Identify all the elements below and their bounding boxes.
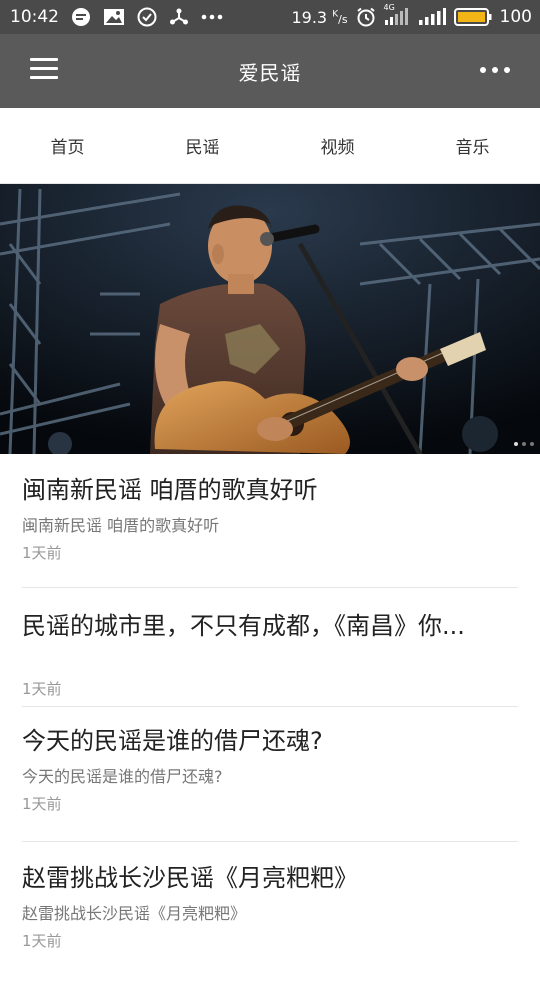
- banner-carousel[interactable]: [0, 184, 540, 454]
- article-list: 闽南新民谣 咱厝的歌真好听 闽南新民谣 咱厝的歌真好听 1天前 民谣的城市里，不…: [0, 454, 540, 982]
- network-type-label: 4G: [383, 3, 395, 12]
- tab-folk[interactable]: 民谣: [135, 108, 270, 183]
- network-speed-value: 19.3: [291, 7, 328, 27]
- network-speed-unit-bottom: /s: [338, 12, 348, 26]
- article-summary: [22, 651, 518, 673]
- network-speed: 19.3 K/s: [291, 8, 347, 27]
- battery-percentage: 100: [499, 7, 532, 27]
- list-item[interactable]: 今天的民谣是谁的借尸还魂? 今天的民谣是谁的借尸还魂? 1天前: [22, 707, 518, 842]
- status-bar: 10:42 19.3 K/s 4G 100: [0, 0, 540, 34]
- article-title: 赵雷挑战长沙民谣《月亮粑粑》: [22, 864, 358, 892]
- list-item[interactable]: 闽南新民谣 咱厝的歌真好听 闽南新民谣 咱厝的歌真好听 1天前: [22, 454, 518, 588]
- article-title: 今天的民谣是谁的借尸还魂?: [22, 727, 323, 755]
- list-item[interactable]: 赵雷挑战长沙民谣《月亮粑粑》 赵雷挑战长沙民谣《月亮粑粑》 1天前: [22, 842, 518, 982]
- article-date: 1天前: [22, 544, 62, 562]
- image-icon: [103, 8, 125, 26]
- more-icon[interactable]: [480, 58, 510, 82]
- banner-image: [0, 184, 540, 454]
- article-date: 1天前: [22, 680, 62, 698]
- share-icon: [169, 7, 189, 27]
- tab-music[interactable]: 音乐: [405, 108, 540, 183]
- signal-4g-icon: 4G: [384, 3, 410, 26]
- article-summary: 闽南新民谣 咱厝的歌真好听: [22, 516, 220, 535]
- battery-icon: [453, 7, 492, 27]
- article-date: 1天前: [22, 932, 62, 950]
- list-item[interactable]: 民谣的城市里，不只有成都，《南昌》你... 1天前: [22, 588, 518, 707]
- clock: 10:42: [10, 7, 59, 27]
- carousel-dot[interactable]: [522, 442, 526, 446]
- message-icon: [71, 7, 91, 27]
- menu-icon[interactable]: [30, 58, 58, 80]
- app-title: 爱民谣: [238, 60, 302, 85]
- more-notifications-icon: [201, 14, 223, 20]
- carousel-indicator: [514, 442, 534, 446]
- app-bar: 爱民谣: [0, 34, 540, 108]
- signal-icon: [418, 8, 446, 26]
- article-title: 民谣的城市里，不只有成都，《南昌》你...: [22, 612, 465, 640]
- category-tabs: 首页 民谣 视频 音乐: [0, 108, 540, 184]
- article-summary: 今天的民谣是谁的借尸还魂?: [22, 767, 223, 786]
- tab-video[interactable]: 视频: [270, 108, 405, 183]
- article-title: 闽南新民谣 咱厝的歌真好听: [22, 476, 318, 504]
- carousel-dot[interactable]: [514, 442, 518, 446]
- alarm-icon: [356, 7, 376, 27]
- carousel-dot[interactable]: [530, 442, 534, 446]
- check-circle-icon: [137, 7, 157, 27]
- tab-home[interactable]: 首页: [0, 108, 135, 183]
- article-summary: 赵雷挑战长沙民谣《月亮粑粑》: [22, 904, 247, 923]
- article-date: 1天前: [22, 795, 62, 813]
